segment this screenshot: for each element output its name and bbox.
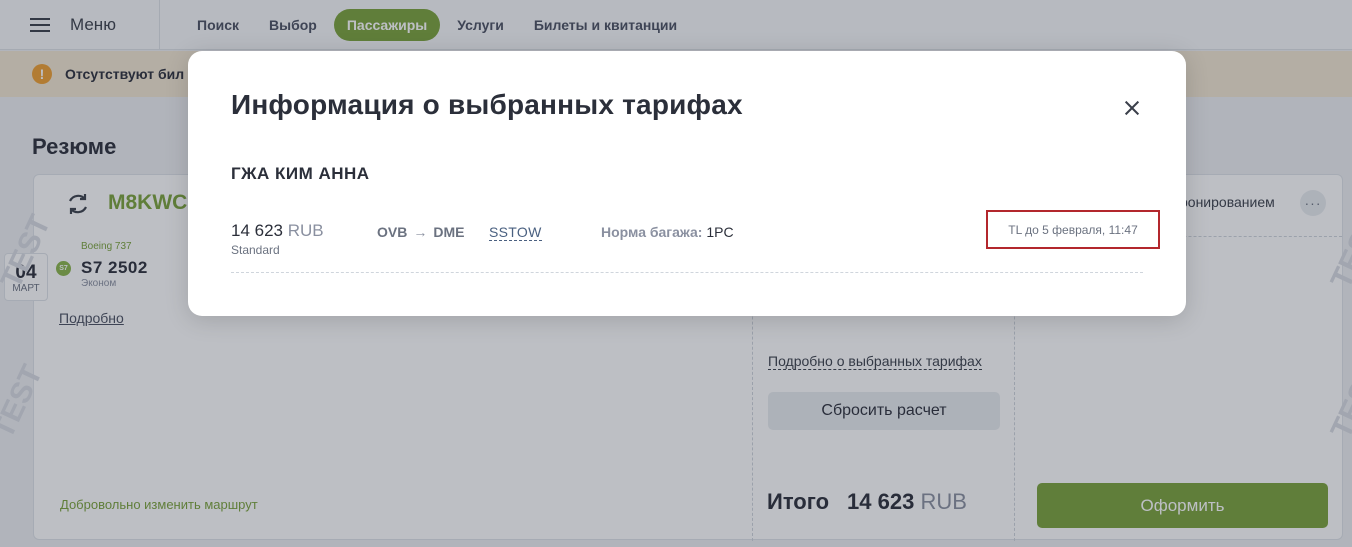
destination-code: DME	[433, 224, 465, 240]
passenger-name: ГЖА КИМ АННА	[231, 164, 370, 183]
route: OVB → DME	[377, 224, 464, 240]
ticket-time-limit: TL до 5 февраля, 11:47	[986, 210, 1160, 249]
baggage-label: Норма багажа:	[601, 224, 703, 240]
close-icon[interactable]	[1121, 97, 1143, 119]
fare-price: 14 623 RUB	[231, 221, 324, 241]
modal-title: Информация о выбранных тарифах	[231, 89, 743, 120]
fare-info-modal: Информация о выбранных тарифах ГЖА КИМ А…	[188, 51, 1186, 316]
fare-brand: Standard	[231, 243, 280, 257]
modal-divider	[231, 272, 1143, 273]
fare-currency: RUB	[287, 221, 324, 240]
baggage-allowance: Норма багажа: 1PC	[601, 224, 734, 240]
fare-basis-link[interactable]: SSTOW	[489, 224, 542, 241]
baggage-value: 1PC	[706, 224, 734, 240]
arrow-right-icon: →	[413, 224, 428, 240]
fare-amount: 14 623	[231, 221, 283, 240]
origin-code: OVB	[377, 224, 408, 240]
